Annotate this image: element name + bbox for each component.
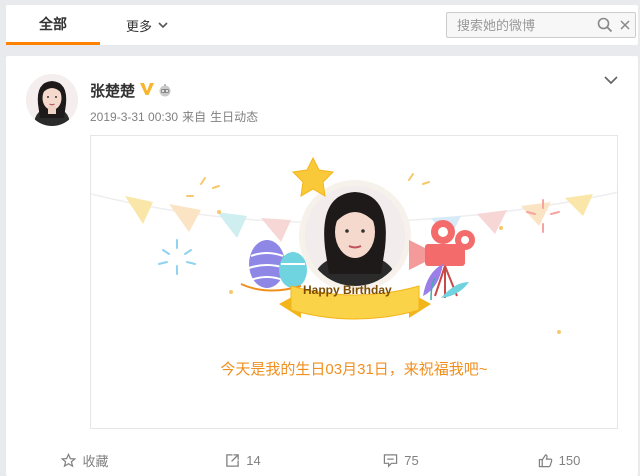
thumbs-up-icon <box>538 453 552 467</box>
tab-more[interactable]: 更多 <box>126 5 168 45</box>
chevron-down-icon <box>158 21 168 28</box>
member-badge-icon <box>159 84 171 97</box>
post-date[interactable]: 2019-3-31 00:30 <box>90 110 178 124</box>
tab-all[interactable]: 全部 <box>6 5 100 45</box>
favorite-button[interactable]: 收藏 <box>6 444 164 476</box>
tab-bar: 全部 更多 <box>6 5 638 45</box>
weibo-post-card: 张楚楚 2019-3-31 00:30 来自 生日动态 Happy Birthd… <box>6 56 638 476</box>
repost-count: 14 <box>246 452 261 468</box>
close-icon[interactable] <box>619 19 631 31</box>
author-name[interactable]: 张楚楚 <box>90 80 135 101</box>
comment-count: 75 <box>404 452 419 468</box>
repost-button[interactable]: 14 <box>164 444 322 476</box>
star-icon <box>61 452 77 467</box>
verified-v-icon <box>140 83 154 95</box>
post-meta: 2019-3-31 00:30 来自 生日动态 <box>90 108 262 125</box>
favorite-label: 收藏 <box>82 453 109 469</box>
like-button[interactable]: 150 <box>480 444 638 476</box>
tab-more-label: 更多 <box>126 18 153 34</box>
birthday-message: 今天是我的生日03月31日，来祝福我吧~ <box>220 361 488 378</box>
like-count: 150 <box>558 452 581 468</box>
via-prefix: 来自 <box>182 110 207 124</box>
search-icon[interactable] <box>597 17 613 33</box>
post-source[interactable]: 生日动态 <box>210 110 258 124</box>
happy-birthday-ribbon: Happy Birthday <box>303 283 392 297</box>
comment-icon <box>384 453 398 468</box>
repost-icon <box>226 453 240 467</box>
search-input[interactable] <box>447 13 607 37</box>
search-box <box>446 12 636 38</box>
chevron-down-icon[interactable] <box>604 76 618 85</box>
comment-button[interactable]: 75 <box>322 444 480 476</box>
avatar[interactable] <box>26 74 78 126</box>
birthday-card[interactable]: Happy Birthday 今天是我的生日03月31日，来祝福我吧~ <box>90 135 618 429</box>
action-bar: 收藏 14 75 150 <box>6 444 638 476</box>
